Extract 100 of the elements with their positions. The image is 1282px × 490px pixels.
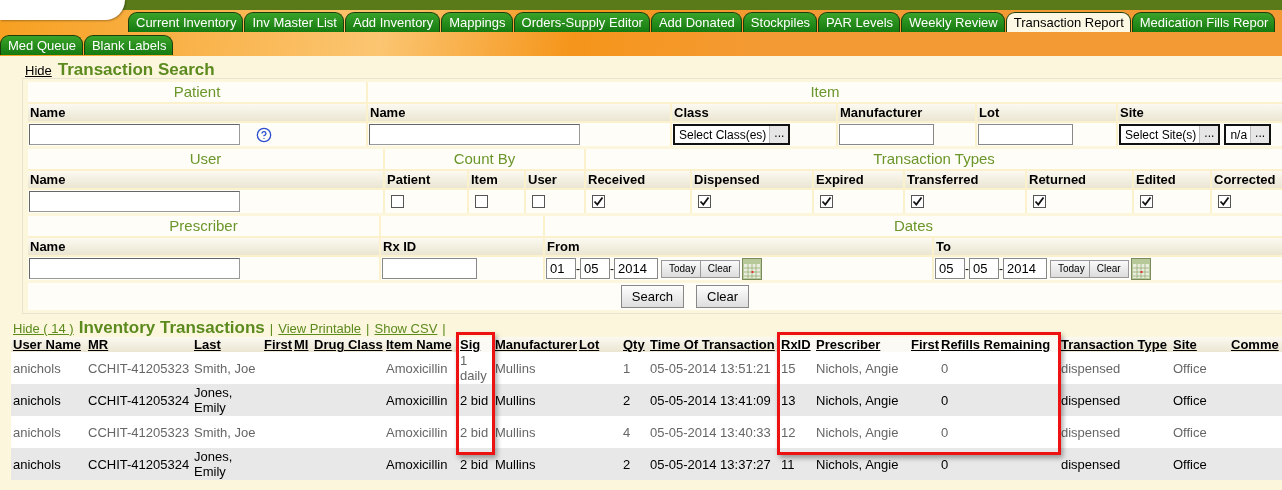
date-separator: - [965, 261, 969, 276]
checkbox[interactable] [1033, 195, 1046, 208]
checkbox[interactable] [1140, 195, 1153, 208]
sort-link[interactable]: Item Name [386, 337, 452, 352]
link-separator: | [269, 321, 274, 336]
name-field[interactable] [29, 191, 240, 212]
sort-link[interactable]: Drug Class [314, 337, 383, 352]
sort-link[interactable]: Lot [579, 337, 600, 352]
date-separator: - [610, 261, 614, 276]
report-link[interactable]: Show CSV [374, 321, 438, 336]
checkbox[interactable] [592, 195, 605, 208]
table-cell: anichols [11, 448, 86, 480]
group-title: Prescriber [28, 216, 379, 236]
calendar-icon[interactable] [741, 257, 762, 280]
input-field[interactable] [382, 258, 477, 279]
report-link[interactable]: View Printable [278, 321, 362, 336]
date-field[interactable]: 01 [546, 258, 576, 279]
checkbox[interactable] [698, 195, 711, 208]
table-cell: 13 [779, 384, 814, 416]
search-form-button[interactable]: Search [620, 285, 685, 308]
sort-link[interactable]: Qty [623, 337, 645, 352]
checkbox[interactable] [475, 195, 488, 208]
field-label: Received [586, 171, 690, 188]
table-cell: Jones, Emily [192, 384, 262, 416]
sort-link[interactable]: Sig [460, 337, 481, 352]
field-label: Item [469, 171, 524, 188]
date-separator: - [576, 261, 580, 276]
nav-tab[interactable]: Weekly Review [901, 12, 1005, 32]
input-field[interactable] [839, 124, 934, 145]
table-row[interactable]: anichols CCHIT-41205323 Smith, Joe Amoxicillin 2 bid Mullins 4 05-05-2014 13:40:33 12 Nichols, Angie 0 dispensed Office [11, 416, 1282, 448]
sort-link[interactable]: RxID [781, 337, 811, 352]
nav-tab[interactable]: Transaction Report [1005, 12, 1131, 32]
group-title: User [28, 149, 383, 169]
sort-link[interactable]: Site [1173, 337, 1197, 352]
nav-tab[interactable]: Orders-Supply Editor [513, 12, 650, 32]
sort-link[interactable]: Comme [1231, 337, 1279, 352]
field-label: Transferred [905, 171, 1025, 188]
table-cell: 4 [621, 416, 648, 448]
date-field[interactable]: 05 [580, 258, 610, 279]
group-title: Transaction Types [586, 149, 1282, 169]
sort-link[interactable]: Refills Remaining [941, 337, 1051, 352]
field-label: Rx ID [381, 238, 543, 255]
sort-link[interactable]: Manufacturer [495, 337, 577, 352]
hide-link[interactable]: Hide [25, 63, 52, 78]
date-field[interactable]: 05 [969, 258, 999, 279]
input-field[interactable] [978, 124, 1073, 145]
table-cell: 0 [939, 448, 1059, 480]
table-cell: Mullins [493, 352, 577, 384]
sort-link[interactable]: First [264, 337, 292, 352]
sort-link[interactable]: Transaction Type [1061, 337, 1167, 352]
search-form-button[interactable]: Clear [696, 285, 750, 308]
checkbox[interactable] [532, 195, 545, 208]
nav-tab[interactable]: Add Inventory [344, 12, 441, 32]
nav-tab[interactable]: Current Inventory [128, 12, 244, 32]
nav-tab[interactable]: Blank Labels [83, 35, 174, 55]
checkbox[interactable] [1218, 195, 1231, 208]
nav-tab[interactable]: Stockpiles [742, 12, 818, 32]
date-field[interactable]: 05 [935, 258, 965, 279]
sort-link[interactable]: MR [88, 337, 109, 352]
sort-link[interactable]: First [911, 337, 939, 352]
group-title: Patient [28, 82, 366, 102]
field-label: Name [28, 104, 366, 121]
hide-link[interactable]: Hide ( 14 ) [13, 321, 74, 336]
select-button[interactable]: Select Class(es) ... [673, 124, 791, 145]
name-field[interactable] [369, 124, 580, 145]
checkbox[interactable] [911, 195, 924, 208]
field-label: Manufacturer [838, 104, 975, 121]
table-cell: Nichols, Angie [814, 448, 909, 480]
checkbox[interactable] [820, 195, 833, 208]
date-button[interactable]: Clear [699, 259, 740, 278]
table-cell: dispensed [1059, 448, 1171, 480]
nav-tab[interactable]: Inv Master List [244, 12, 344, 32]
table-cell: Mullins [493, 448, 577, 480]
help-icon[interactable] [256, 126, 272, 143]
group-title: Item [368, 82, 1282, 102]
table-cell: Office [1171, 448, 1229, 480]
checkbox[interactable] [391, 195, 404, 208]
name-field[interactable] [29, 258, 240, 279]
select-button[interactable]: n/a ... [1224, 124, 1272, 145]
table-cell: Mullins [493, 416, 577, 448]
name-field[interactable] [29, 124, 240, 145]
table-cell: 05-05-2014 13:40:33 [648, 416, 779, 448]
date-button[interactable]: Clear [1088, 259, 1129, 278]
field-label: Corrected [1212, 171, 1282, 188]
sort-link[interactable]: Last [194, 337, 221, 352]
nav-tab[interactable]: Mappings [441, 12, 513, 32]
date-field[interactable]: 2014 [1003, 258, 1047, 279]
sort-link[interactable]: Prescriber [816, 337, 881, 352]
sort-link[interactable]: Time Of Transaction [650, 337, 775, 352]
sort-link[interactable]: MI [294, 337, 309, 352]
select-button[interactable]: Select Site(s) ... [1119, 124, 1221, 145]
calendar-icon[interactable] [1130, 257, 1151, 280]
field-label: Returned [1027, 171, 1132, 188]
nav-tab[interactable]: PAR Levels [818, 12, 901, 32]
nav-tab[interactable]: Med Queue [0, 35, 83, 55]
sort-link[interactable]: User Name [13, 337, 81, 352]
nav-tab[interactable]: Add Donated [650, 12, 742, 32]
table-cell: 2 bid [458, 416, 493, 448]
date-field[interactable]: 2014 [614, 258, 658, 279]
nav-tab[interactable]: Medication Fills Repor [1131, 12, 1276, 32]
